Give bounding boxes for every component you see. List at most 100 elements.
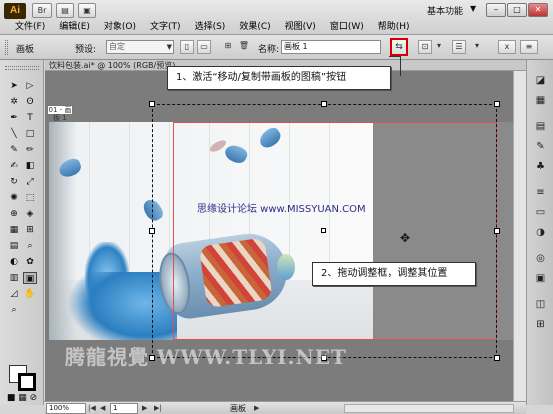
last-artboard-icon[interactable]: ▶| <box>154 403 162 414</box>
resize-handle[interactable] <box>494 101 500 107</box>
delete-artboard-icon[interactable]: 🗑 <box>238 40 250 54</box>
zoom-icon[interactable]: ⌕ <box>7 304 21 316</box>
mesh-icon[interactable]: ⊞ <box>23 224 37 236</box>
blend-icon[interactable]: ◐ <box>7 256 21 268</box>
next-artboard-icon[interactable]: ▶ <box>142 403 147 414</box>
resize-handle[interactable] <box>494 228 500 234</box>
bridge-button[interactable]: Br <box>32 3 52 18</box>
stroke-icon[interactable]: ≡ <box>533 186 548 200</box>
menu-select[interactable]: 选择(S) <box>188 20 233 34</box>
arrange-docs-button[interactable]: ▤ <box>56 3 74 18</box>
transparency-icon[interactable]: ◑ <box>533 226 548 240</box>
panel-menu-icon[interactable]: ≡ <box>520 40 538 54</box>
brushes-icon[interactable]: ✎ <box>533 140 548 154</box>
maximize-button[interactable]: □ <box>507 3 527 17</box>
magic-wand-icon[interactable]: ✲ <box>7 96 21 108</box>
chevron-down-icon: ▼ <box>166 43 172 51</box>
control-bar: 画板 预设: 自定 ▼ ▯ ▭ ⊞ 🗑 名称: 画板 1 ⇆ ⊡ ▾ ☰ ▾ x… <box>0 35 553 60</box>
prev-artboard-icon[interactable]: ◀ <box>100 403 105 414</box>
line-icon[interactable]: ╲ <box>7 128 21 140</box>
symbols-icon[interactable]: ♣ <box>533 160 548 174</box>
scale-icon[interactable]: ⤢ <box>23 176 37 188</box>
rotate-icon[interactable]: ↻ <box>7 176 21 188</box>
color-guide-icon[interactable]: ▦ <box>533 94 548 108</box>
menu-file[interactable]: 文件(F) <box>8 20 52 34</box>
color-panel-icon[interactable]: ◪ <box>533 74 548 88</box>
chevron-down-icon[interactable]: ▼ <box>470 4 476 13</box>
brush-icon[interactable]: ✎ <box>7 144 21 156</box>
shape-builder-icon[interactable]: ⊕ <box>7 208 21 220</box>
preset-select[interactable]: 自定 ▼ <box>106 40 174 54</box>
toolbar-grip[interactable] <box>5 66 39 70</box>
hand-icon[interactable]: ✋ <box>23 288 37 300</box>
gradient-panel-icon[interactable]: ▭ <box>533 206 548 220</box>
graphic-styles-icon[interactable]: ▣ <box>533 272 548 286</box>
swatch-icon[interactable]: ▤ <box>533 120 548 134</box>
graph-icon[interactable]: ▥ <box>7 272 21 284</box>
menu-items: 文件(F) 编辑(E) 对象(O) 文字(T) 选择(S) 效果(C) 视图(V… <box>8 20 417 34</box>
workspace-switcher[interactable]: 基本功能 <box>427 4 463 17</box>
artboard-number-field[interactable]: 1 <box>110 403 138 414</box>
close-button[interactable]: ✕ <box>528 3 548 17</box>
warp-icon[interactable]: ✺ <box>7 192 21 204</box>
menu-window[interactable]: 窗口(W) <box>323 20 371 34</box>
lasso-icon[interactable]: ʘ <box>23 96 37 108</box>
menu-help[interactable]: 帮助(H) <box>371 20 417 34</box>
menu-effect[interactable]: 效果(C) <box>232 20 277 34</box>
status-menu-icon[interactable]: ▶ <box>254 403 259 414</box>
artboard-options-icon[interactable]: ☰ <box>452 40 466 54</box>
center-handle[interactable] <box>321 228 326 233</box>
free-transform-icon[interactable]: ⬚ <box>23 192 37 204</box>
menu-edit[interactable]: 编辑(E) <box>52 20 97 34</box>
blob-brush-icon[interactable]: ✍ <box>7 160 21 172</box>
eraser-icon[interactable]: ◧ <box>23 160 37 172</box>
x-field-icon[interactable]: x <box>498 40 516 54</box>
menu-view[interactable]: 视图(V) <box>278 20 323 34</box>
grip-icon[interactable] <box>5 40 8 55</box>
vertical-scrollbar[interactable] <box>513 71 526 401</box>
status-label: 画板 <box>230 404 246 413</box>
resize-handle[interactable] <box>494 355 500 361</box>
resize-handle[interactable] <box>149 101 155 107</box>
chevron-down-icon[interactable]: ▾ <box>434 40 444 54</box>
ai-logo: Ai <box>4 3 26 19</box>
slice-icon[interactable]: ◿ <box>7 288 21 300</box>
color-mode-icons[interactable]: ■ ▦ ⊘ <box>3 392 41 404</box>
canvas-area[interactable]: 01 - 画板 1 ✥ 思缘设计论坛 www.MISSYUAN.COM 腾龍視覺… <box>45 71 513 401</box>
artboards-panel-icon[interactable]: ⊞ <box>533 318 548 332</box>
live-paint-icon[interactable]: ◈ <box>23 208 37 220</box>
resize-handle[interactable] <box>149 228 155 234</box>
minimize-button[interactable]: – <box>486 3 506 17</box>
layers-icon[interactable]: ◫ <box>533 298 548 312</box>
menu-type[interactable]: 文字(T) <box>143 20 188 34</box>
pen-icon[interactable]: ✒ <box>7 112 21 124</box>
menu-object[interactable]: 对象(O) <box>97 20 143 34</box>
perspective-grid-icon[interactable]: ▦ <box>7 224 21 236</box>
pencil-icon[interactable]: ✏ <box>23 144 37 156</box>
symbol-sprayer-icon[interactable]: ✿ <box>23 256 37 268</box>
tutorial-callout-2: 2、拖动调整框，调整其位置 <box>312 262 476 286</box>
gradient-icon[interactable]: ▤ <box>7 240 21 252</box>
artboard-tool-label: 画板 <box>16 45 35 55</box>
eyedropper-icon[interactable]: ⌕ <box>23 240 37 252</box>
artboard-name-field[interactable]: 画板 1 <box>281 40 381 54</box>
portrait-icon[interactable]: ▯ <box>180 40 194 54</box>
artboard-tool-icon[interactable]: ▣ <box>23 272 37 284</box>
selection-icon[interactable]: ➤ <box>7 80 21 92</box>
resize-handle[interactable] <box>321 101 327 107</box>
rectangle-icon[interactable]: □ <box>23 128 37 140</box>
stroke-swatch[interactable] <box>18 373 36 391</box>
screen-mode-button[interactable]: ▣ <box>78 3 96 18</box>
horizontal-scrollbar[interactable] <box>344 404 514 413</box>
new-artboard-icon[interactable]: ⊞ <box>222 40 234 54</box>
show-center-mark-icon[interactable]: ⊡ <box>418 40 432 54</box>
chevron-down-icon[interactable]: ▾ <box>472 40 482 54</box>
preset-value: 自定 <box>109 42 125 51</box>
type-icon[interactable]: T <box>23 112 37 124</box>
first-artboard-icon[interactable]: |◀ <box>88 403 96 414</box>
direct-selection-icon[interactable]: ▷ <box>23 80 37 92</box>
appearance-icon[interactable]: ◎ <box>533 252 548 266</box>
zoom-field[interactable]: 100% <box>46 403 86 414</box>
landscape-icon[interactable]: ▭ <box>197 40 211 54</box>
move-copy-artwork-button[interactable]: ⇆ <box>390 38 408 56</box>
